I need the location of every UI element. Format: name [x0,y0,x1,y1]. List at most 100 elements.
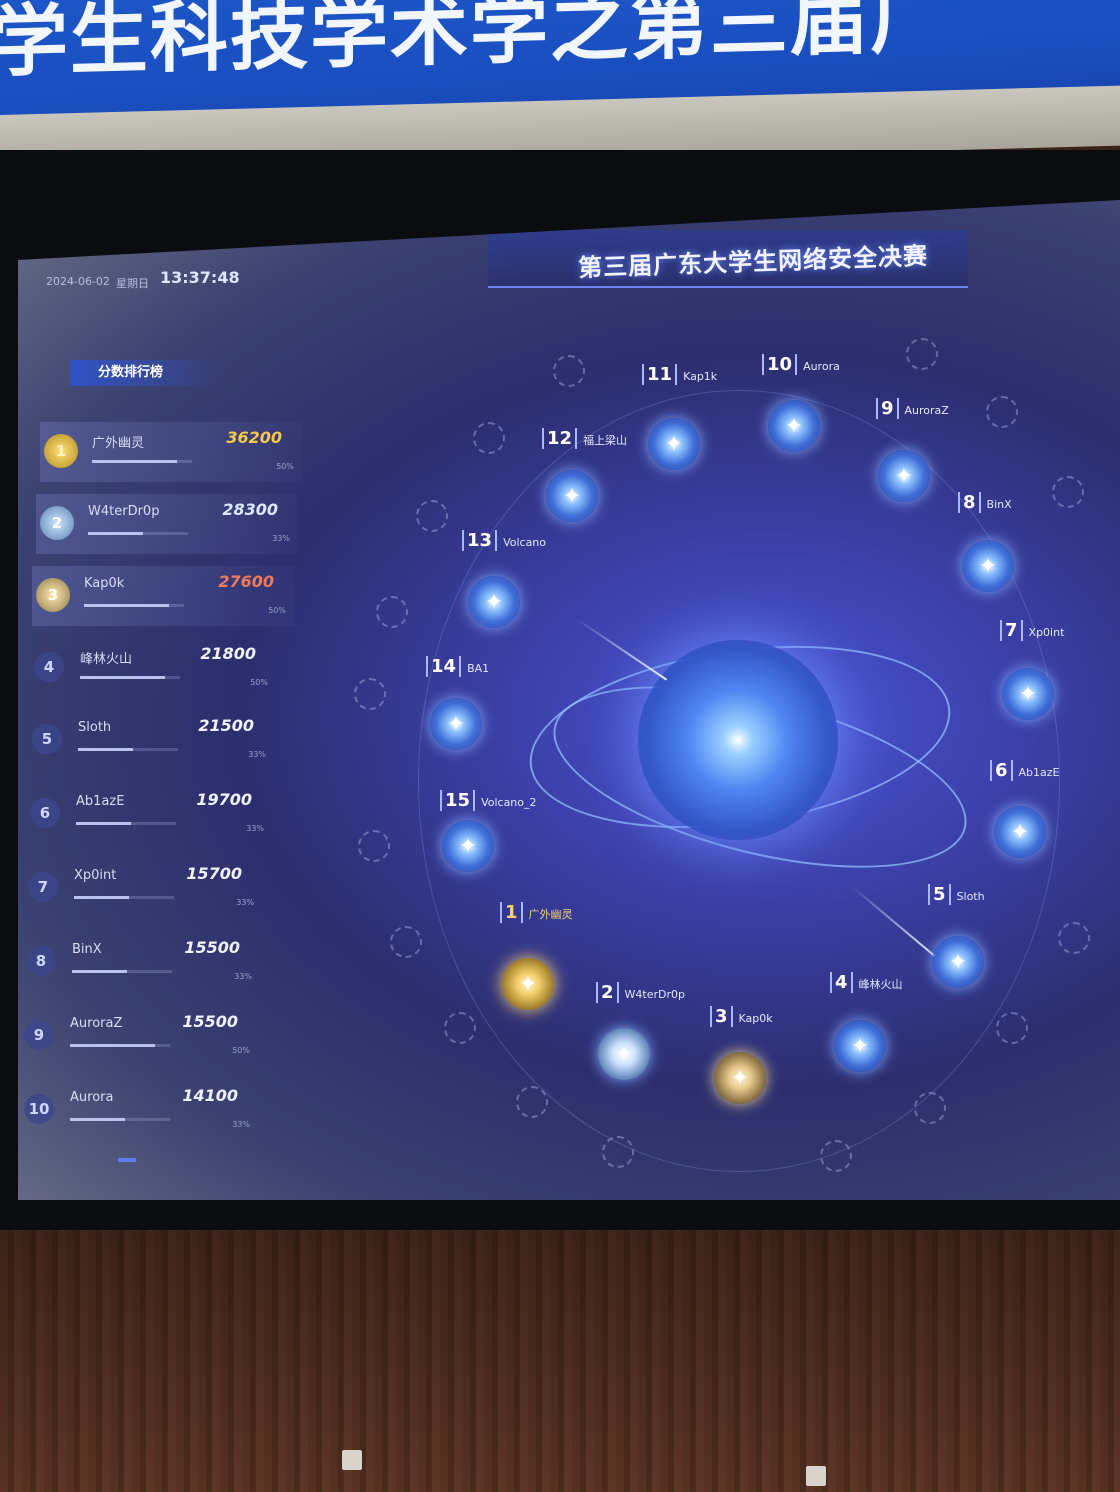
team-name: 峰林火山 [80,652,133,667]
rank-number: 5 [41,730,53,748]
pagination-indicator[interactable] [118,1158,136,1162]
team-score: 19700 [196,790,252,809]
leaderboard-header: 分数排行榜 [70,360,218,386]
leaderboard-row: 2 W4terDr0p 28300 33% [36,494,298,554]
team-score: 36200 [226,428,282,447]
leaderboard-row: 9 AuroraZ 15500 50% [18,1006,258,1066]
team-node-icon[interactable] [714,1052,766,1104]
team-node-icon[interactable] [468,576,520,628]
rank-number: 8 [35,952,47,970]
leaderboard-row: 10 Aurora 14100 33% [18,1080,258,1140]
team-node-name: AuroraZ [904,404,949,417]
central-planet [638,640,838,840]
progress-bar [84,604,184,607]
rank-number: 7 [37,878,49,896]
progress-percent: 33% [272,534,290,543]
team-node-number: 4 [830,972,853,993]
progress-bar [88,532,188,535]
progress-bar [74,896,174,899]
leaderboard-row: 4 峰林火山 21800 50% [28,638,276,698]
team-node-label: 4 峰林火山 [830,972,903,993]
team-node-label: 15 Volcano_2 [440,790,537,811]
team-node-icon[interactable] [994,806,1046,858]
rank-badge: 7 [28,872,58,902]
team-score: 21800 [200,644,256,663]
team-name: Sloth [78,720,112,735]
progress-percent: 33% [248,750,266,759]
progress-bar [70,1044,170,1047]
team-node-number: 9 [876,398,899,419]
empty-slot [444,1012,476,1044]
team-score: 28300 [222,500,278,519]
rank-badge: 1 [44,434,78,468]
team-node-icon[interactable] [442,820,494,872]
team-node-number: 12 [542,428,578,449]
weekday-text: 星期日 [116,277,149,290]
team-score: 15500 [182,1012,238,1031]
team-node-label: 5 Sloth [928,884,985,905]
team-node-name: Kap1k [683,370,718,383]
team-node-number: 3 [710,1006,733,1027]
team-node-label: 11 Kap1k [642,364,717,385]
team-node-name: Kap0k [738,1012,773,1025]
team-node-name: 峰林火山 [858,978,903,991]
team-node-icon[interactable] [648,418,700,470]
empty-slot [914,1092,946,1124]
team-node-name: BA1 [467,662,490,675]
team-node-icon[interactable] [932,936,984,988]
progress-fill [70,1118,125,1121]
team-name: 广外幽灵 [92,436,145,451]
team-score: 15700 [186,864,242,883]
progress-fill [80,676,165,679]
team-node-name: Volcano [503,536,547,549]
team-name: W4terDr0p [88,504,160,519]
rank-badge: 10 [24,1094,54,1124]
progress-fill [88,532,143,535]
team-node-icon[interactable] [768,400,820,452]
team-node-number: 8 [958,492,981,513]
team-node-icon[interactable] [546,470,598,522]
team-node-number: 5 [928,884,951,905]
team-node-number: 6 [990,760,1013,781]
team-name: Kap0k [84,576,125,591]
date-text: 2024-06-02 [46,275,110,288]
team-node-name: 福上梁山 [583,434,628,447]
progress-fill [74,896,129,899]
leaderboard-row: 3 Kap0k 27600 50% [32,566,294,626]
team-node-icon[interactable] [430,698,482,750]
team-node-number: 14 [426,656,462,677]
leaderboard-title: 分数排行榜 [98,365,164,380]
rank-number: 4 [43,658,55,676]
team-node-number: 10 [762,354,798,375]
team-node-number: 7 [1000,620,1023,641]
projected-screen: 2024-06-02 星期日 13:37:48 第三届广东大学生网络安全决赛 分… [18,200,1120,1200]
rank-number: 10 [28,1100,50,1118]
team-node-icon[interactable] [878,450,930,502]
team-node-icon[interactable] [1002,668,1054,720]
empty-slot [996,1012,1028,1044]
team-node-icon[interactable] [834,1020,886,1072]
team-node-label: 10 Aurora [762,354,840,375]
rank-badge: 3 [36,578,70,612]
progress-fill [92,460,177,463]
empty-slot [354,678,386,710]
leaderboard-row: 8 BinX 15500 33% [20,932,260,992]
progress-bar [80,676,180,679]
team-name: BinX [72,942,102,957]
team-name: Aurora [70,1090,114,1105]
progress-fill [76,822,131,825]
team-node-icon[interactable] [598,1028,650,1080]
empty-slot [416,500,448,532]
team-node-label: 2 W4terDr0p [596,982,685,1003]
team-node-name: Xp0int [1028,626,1065,639]
progress-percent: 33% [234,972,252,981]
team-node-label: 1 广外幽灵 [500,902,573,923]
team-node-icon[interactable] [962,540,1014,592]
team-node-icon[interactable] [502,958,554,1010]
team-name: AuroraZ [70,1016,123,1031]
wall-outlet [806,1466,826,1486]
team-node-name: Ab1azE [1018,766,1060,779]
team-name: Xp0int [74,868,117,883]
empty-slot [602,1136,634,1168]
team-node-label: 9 AuroraZ [876,398,949,419]
